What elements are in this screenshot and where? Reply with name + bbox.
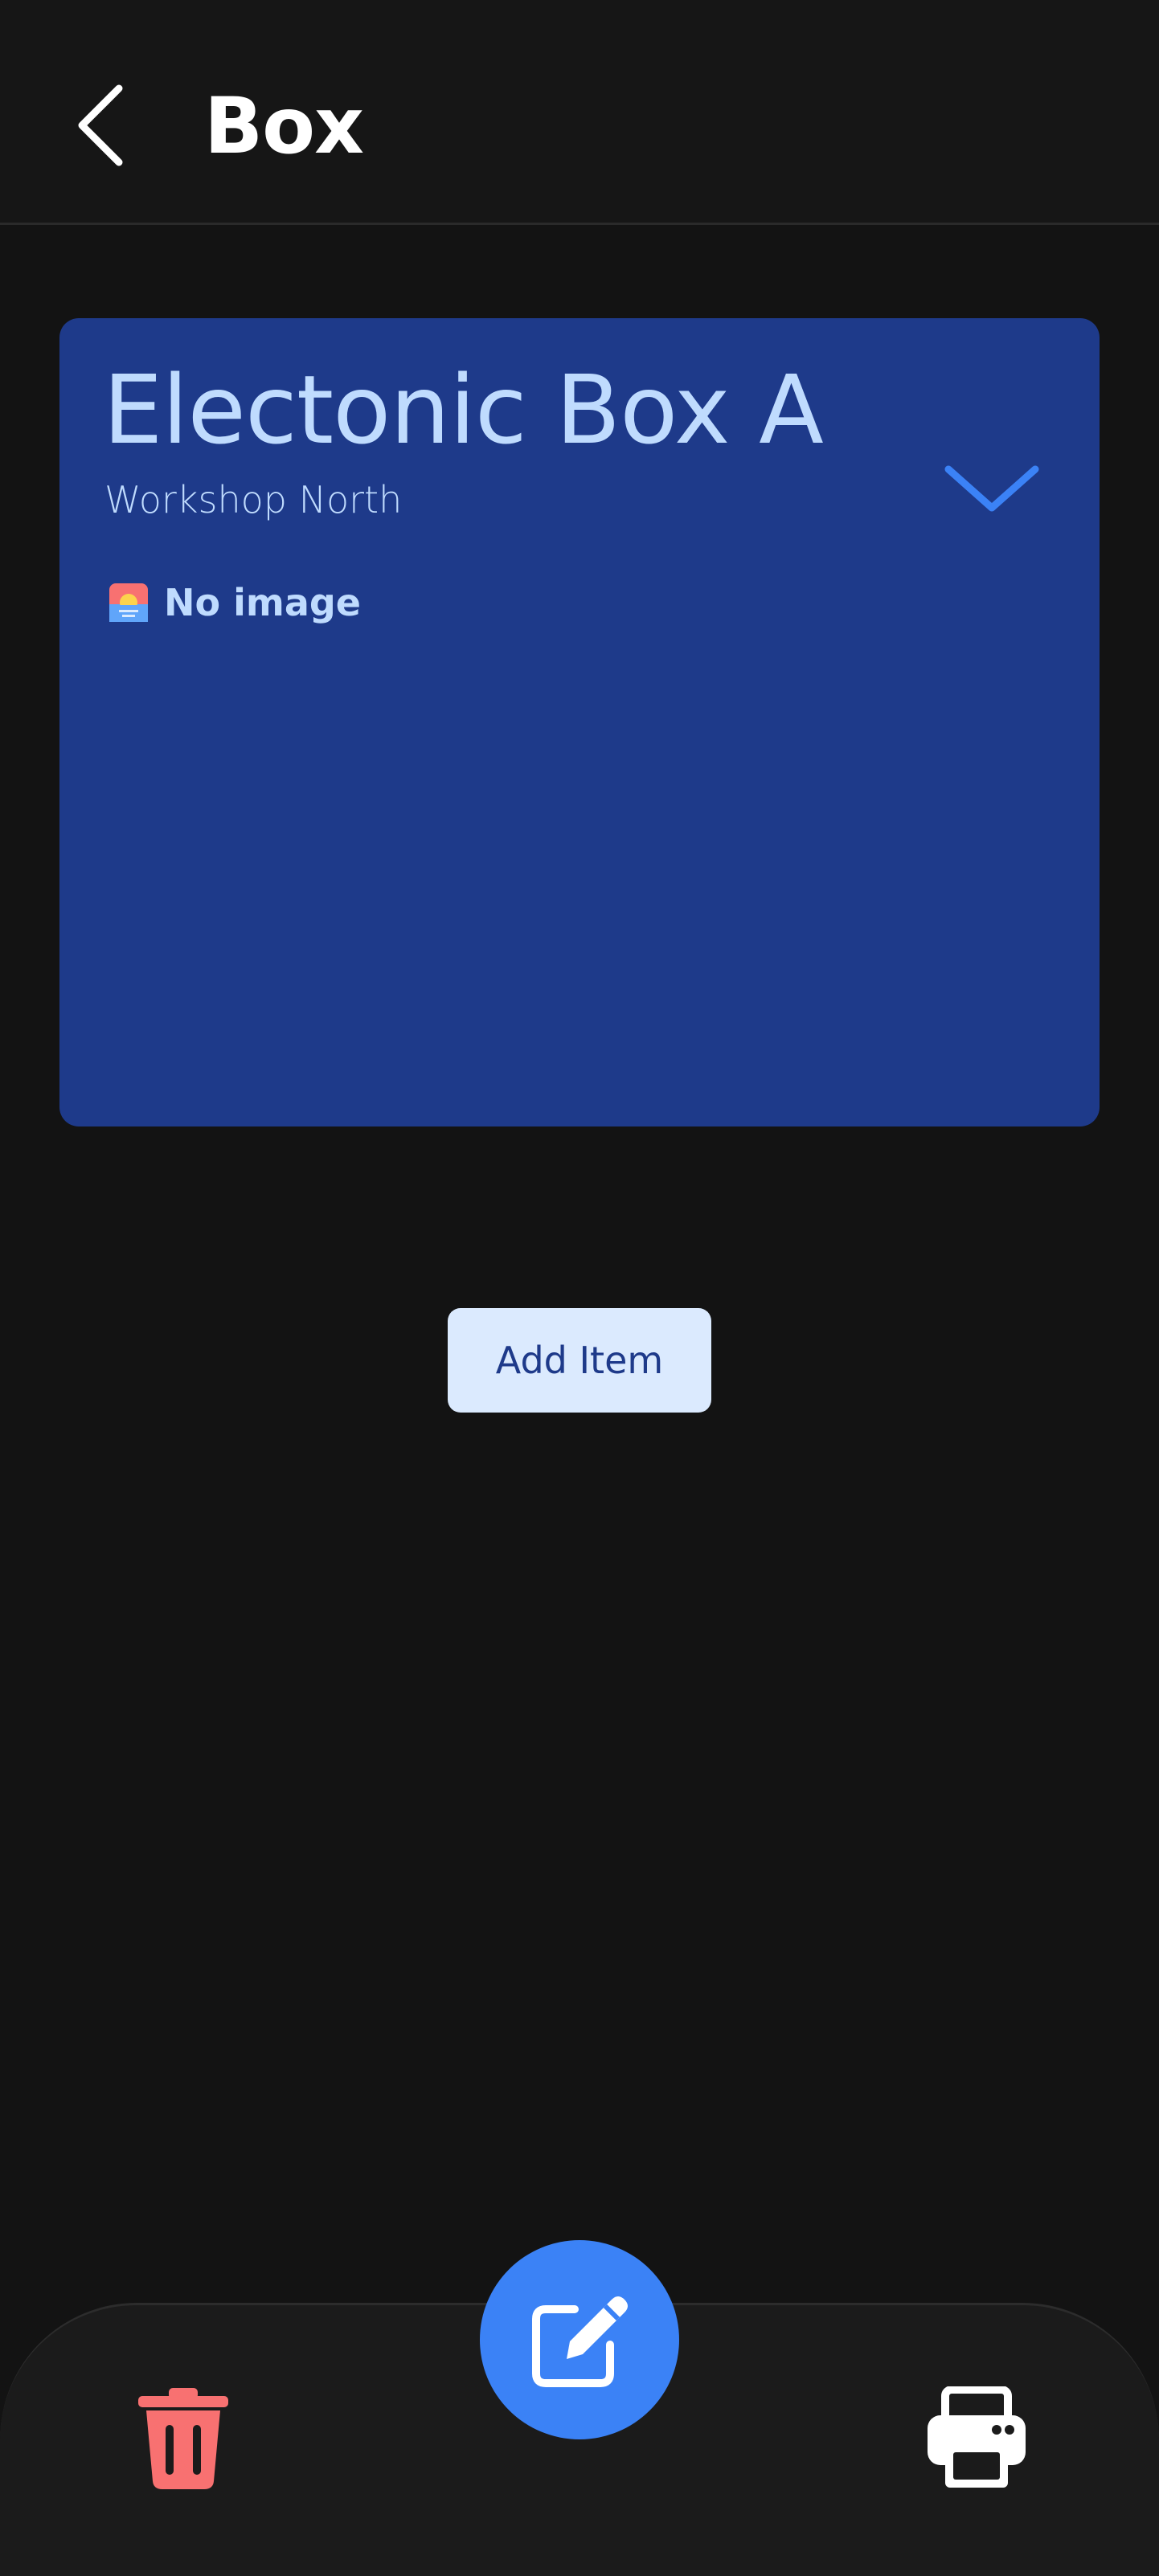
no-image-placeholder: No image — [109, 577, 361, 628]
print-button[interactable] — [924, 2386, 1029, 2491]
app-header: Box — [0, 0, 1159, 225]
chevron-down-icon — [944, 465, 1039, 512]
sunrise-image-icon — [109, 583, 148, 622]
back-button[interactable] — [61, 77, 138, 174]
page-title: Box — [204, 81, 364, 171]
box-card[interactable]: Electonic Box A Workshop North No image — [59, 318, 1100, 1126]
delete-button[interactable] — [135, 2386, 231, 2491]
no-image-label: No image — [164, 581, 361, 624]
box-name: Electonic Box A — [103, 354, 824, 465]
add-item-button[interactable]: Add Item — [448, 1308, 711, 1413]
chevron-left-icon — [78, 84, 123, 166]
box-location: Workshop North — [104, 478, 403, 521]
pencil-square-icon — [532, 2296, 628, 2387]
trash-icon — [138, 2388, 228, 2489]
edit-button[interactable] — [480, 2240, 679, 2439]
printer-icon — [928, 2386, 1026, 2488]
expand-toggle-button[interactable] — [936, 447, 1048, 527]
